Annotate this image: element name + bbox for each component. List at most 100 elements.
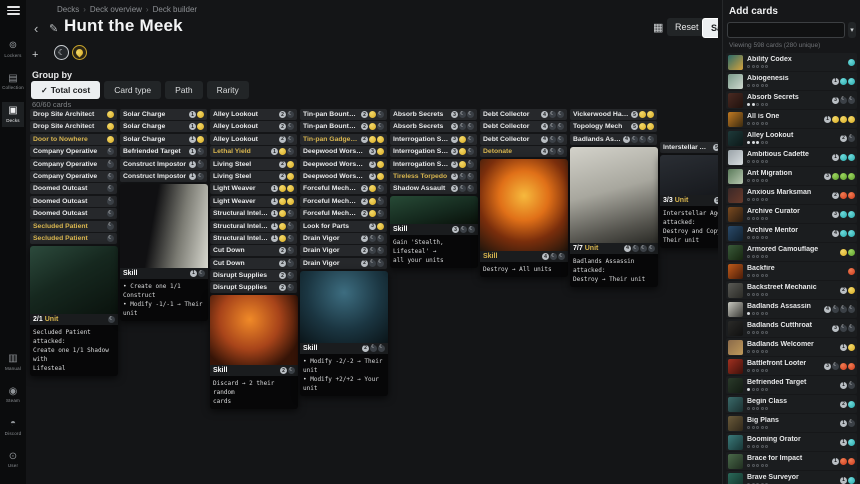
breadcrumb-item[interactable]: Decks <box>57 5 79 14</box>
deck-card-row[interactable]: Cut Down2☾ <box>210 245 297 256</box>
deck-card-row[interactable]: Forceful Mechaniz…2☾ <box>300 196 387 207</box>
add-card-row[interactable]: Backfire <box>726 262 857 280</box>
deck-card-row[interactable]: Doomed Outcast☾ <box>30 196 117 207</box>
deck-card-row[interactable]: Absorb Secrets3☾☾ <box>390 109 477 120</box>
deck-card-row[interactable]: Solar Charge1 <box>120 121 207 132</box>
deck-card-row[interactable]: Solar Charge1 <box>120 134 207 145</box>
edit-deck-name-icon[interactable]: ✎ <box>49 22 58 35</box>
sidebar-item-decks[interactable]: ▣Decks <box>2 102 24 127</box>
deck-card-row[interactable]: Living Steel2 <box>210 159 297 170</box>
add-path-button[interactable]: + <box>32 49 38 61</box>
deck-card-row[interactable]: Debt Collector4☾☾ <box>480 134 567 145</box>
deck-card-row[interactable]: Drain Vigor2☾☾ <box>300 245 387 256</box>
deck-card-row[interactable]: Topology Mech5 <box>570 121 657 132</box>
deck-card-row[interactable]: Deepwood Worship…3 <box>300 159 387 170</box>
sidebar-item-collection[interactable]: ▤Collection <box>2 70 24 95</box>
deck-card-row[interactable]: Cut Down2☾ <box>210 258 297 269</box>
add-card-row[interactable]: Badlands Assassin4☾☾☾ <box>726 300 857 318</box>
deck-card-row[interactable]: Lethal Yield1☾ <box>210 146 297 157</box>
deck-card-row[interactable]: Vickerwood Harve…5 <box>570 109 657 120</box>
sidebar-item-user[interactable]: ⊙User <box>5 448 22 473</box>
add-card-row[interactable]: Backstreet Mechanic2 <box>726 281 857 299</box>
reset-button[interactable]: Reset <box>667 18 707 36</box>
deck-card-row[interactable]: Disrupt Supplies2☾ <box>210 282 297 293</box>
deck-card-row[interactable]: Disrupt Supplies2☾ <box>210 270 297 281</box>
add-card-row[interactable]: Befriended Target1☾ <box>726 376 857 394</box>
deck-card-row[interactable]: Forceful Mechaniz…2☾ <box>300 208 387 219</box>
deck-card-row[interactable]: Befriended Target1☾ <box>120 146 207 157</box>
deck-card-row[interactable]: Company Operative☾ <box>30 159 117 170</box>
group-by-rarity[interactable]: Rarity <box>207 81 249 99</box>
add-card-row[interactable]: Big Plans1☾ <box>726 414 857 432</box>
deck-card-row[interactable]: Deepwood Worship…3 <box>300 171 387 182</box>
group-by-total-cost[interactable]: ✓Total cost <box>31 81 100 99</box>
deck-card-row[interactable]: Structural Intellige…1☾ <box>210 208 297 219</box>
add-card-row[interactable]: Badlands Welcomer1 <box>726 338 857 356</box>
deck-card-row[interactable]: Detonate4☾☾ <box>480 146 567 157</box>
add-card-row[interactable]: Armored Camouflage <box>726 243 857 261</box>
deck-card-row[interactable]: Forceful Mechaniz…2☾ <box>300 183 387 194</box>
grid-view-icon[interactable]: ▦ <box>653 21 663 34</box>
card-search-input[interactable] <box>727 22 845 38</box>
group-by-path[interactable]: Path <box>165 81 203 99</box>
deck-card-row[interactable]: Drain Vigor2☾☾ <box>300 258 387 269</box>
deck-card-row[interactable]: Secluded Patient☾ <box>30 221 117 232</box>
deck-card-row[interactable]: Company Operative☾ <box>30 146 117 157</box>
sun-path-icon[interactable] <box>72 45 87 60</box>
deck-card-row[interactable]: Interrogation Spe…3☾ <box>390 134 477 145</box>
group-by-card-type[interactable]: Card type <box>104 81 161 99</box>
deck-card-row[interactable]: Alley Lookout2☾ <box>210 134 297 145</box>
sidebar-item-steam[interactable]: ◉Steam <box>5 383 22 408</box>
breadcrumb-item[interactable]: Deck overview <box>90 5 142 14</box>
breadcrumb-item[interactable]: Deck builder <box>153 5 197 14</box>
deck-card-row[interactable]: Light Weaver1 <box>210 196 297 207</box>
deck-card-row[interactable]: Light Weaver1 <box>210 183 297 194</box>
deck-card-row[interactable]: Tireless Torpedo3☾☾ <box>390 171 477 182</box>
deck-card-row[interactable]: Company Operative☾ <box>30 171 117 182</box>
deck-card-row[interactable]: Tin-pan Bounty H…2☾ <box>300 109 387 120</box>
deck-card-row[interactable]: Tin-pan Bounty H…2☾ <box>300 121 387 132</box>
add-card-row[interactable]: Abiogenesis1 <box>726 72 857 90</box>
deck-card-row[interactable]: Drop Site Architect <box>30 121 117 132</box>
add-card-row[interactable]: Alley Lookout2☾ <box>726 129 857 147</box>
add-card-row[interactable]: Battlefront Looter3☾ <box>726 357 857 375</box>
add-card-row[interactable]: Archive Mentor4 <box>726 224 857 242</box>
deck-card-row[interactable]: Secluded Patient☾ <box>30 233 117 244</box>
deck-card-row[interactable]: Alley Lookout2☾ <box>210 121 297 132</box>
add-card-row[interactable]: Absorb Secrets3☾☾ <box>726 91 857 109</box>
filter-dropdown-button[interactable]: ▾ <box>848 22 856 38</box>
sidebar-item-discord[interactable]: ◓Discord <box>5 415 22 440</box>
deck-card-row[interactable]: Interstellar Agent5☾☾☾ <box>660 142 718 153</box>
deck-card-row[interactable]: Living Steel2 <box>210 171 297 182</box>
add-card-row[interactable]: All is One1 <box>726 110 857 128</box>
deck-card-row[interactable]: Interrogation Spe…3☾ <box>390 146 477 157</box>
back-button[interactable]: ‹ <box>34 21 38 36</box>
menu-icon[interactable] <box>7 6 20 15</box>
add-card-row[interactable]: Ability Codex <box>726 53 857 71</box>
deck-card-row[interactable]: Tin-pan Gadgeteer2 <box>300 134 387 145</box>
add-card-row[interactable]: Ant Migration3 <box>726 167 857 185</box>
add-card-row[interactable]: Brace for Impact1 <box>726 452 857 470</box>
deck-card-row[interactable]: Alley Lookout2☾ <box>210 109 297 120</box>
deck-card-row[interactable]: Doomed Outcast☾ <box>30 208 117 219</box>
deck-card-row[interactable]: Drain Vigor2☾☾ <box>300 233 387 244</box>
deck-card-row[interactable]: Interrogation Spe…3☾ <box>390 159 477 170</box>
deck-card-row[interactable]: Construct Impostor1☾ <box>120 159 207 170</box>
deck-card-row[interactable]: Deepwood Worship…3 <box>300 146 387 157</box>
add-card-row[interactable]: Begin Class2 <box>726 395 857 413</box>
deck-card-row[interactable]: Debt Collector4☾☾ <box>480 121 567 132</box>
add-card-row[interactable]: Booming Orator1 <box>726 433 857 451</box>
deck-card-row[interactable]: Structural Intellige…1☾ <box>210 221 297 232</box>
add-card-row[interactable]: Badlands Cutthroat3☾☾ <box>726 319 857 337</box>
add-card-row[interactable]: Brave Surveyor1 <box>726 471 857 484</box>
add-card-row[interactable]: Ambitious Cadette1 <box>726 148 857 166</box>
deck-card-row[interactable]: Construct Impostor1☾ <box>120 171 207 182</box>
deck-card-row[interactable]: Look for Parts3 <box>300 221 387 232</box>
save-button[interactable]: Save <box>702 18 718 38</box>
sidebar-item-lockers[interactable]: ⊚Lockers <box>2 37 24 62</box>
moon-path-icon[interactable]: ☾ <box>54 45 69 60</box>
deck-card-row[interactable]: Doomed Outcast☾ <box>30 183 117 194</box>
deck-card-row[interactable]: Badlands Assas…4☾☾☾ <box>570 134 657 145</box>
deck-card-row[interactable]: Structural Intellige…1☾ <box>210 233 297 244</box>
deck-card-row[interactable]: Door to Nowhere <box>30 134 117 145</box>
